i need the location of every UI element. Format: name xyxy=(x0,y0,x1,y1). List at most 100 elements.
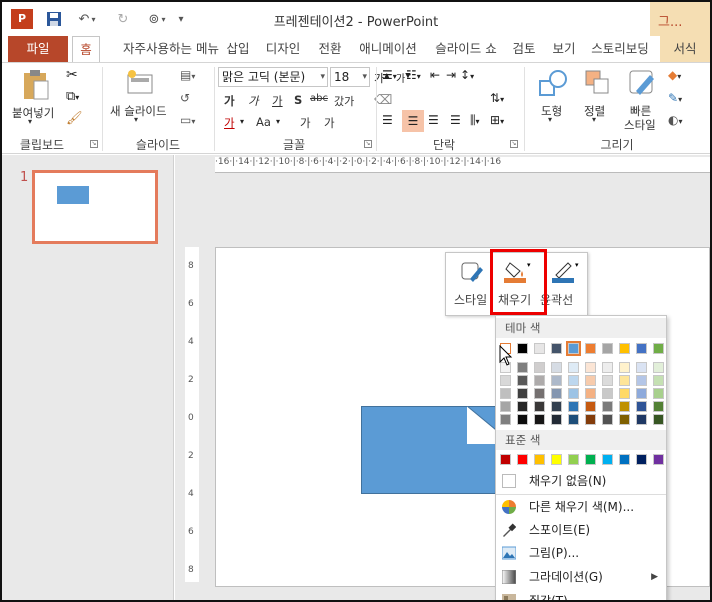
theme-color-swatch[interactable] xyxy=(551,343,562,354)
shapes-dropdown-icon[interactable]: ▾ xyxy=(548,115,552,124)
theme-shade-swatch[interactable] xyxy=(568,362,579,373)
theme-shade-swatch[interactable] xyxy=(602,375,613,386)
paragraph-launcher-icon[interactable]: ↘ xyxy=(510,140,518,148)
theme-shade-swatch[interactable] xyxy=(602,401,613,412)
standard-color-swatch[interactable] xyxy=(619,454,630,465)
theme-shade-swatch[interactable] xyxy=(619,388,630,399)
tab-insert[interactable]: 삽입 xyxy=(218,36,258,62)
tab-file[interactable]: 파일 xyxy=(8,36,68,62)
theme-shade-swatch[interactable] xyxy=(619,414,630,425)
picture-fill-item[interactable]: 그림(P)... xyxy=(496,542,666,564)
italic-button[interactable]: 가 xyxy=(248,93,259,109)
align-left-icon[interactable]: ☰ xyxy=(382,113,393,127)
theme-shade-swatch[interactable] xyxy=(568,375,579,386)
theme-shade-swatch[interactable] xyxy=(534,388,545,399)
font-launcher-icon[interactable]: ↘ xyxy=(364,140,372,148)
standard-color-swatch[interactable] xyxy=(585,454,596,465)
theme-shade-swatch[interactable] xyxy=(602,362,613,373)
shape-effects-icon[interactable]: ◐▾ xyxy=(668,113,683,127)
theme-shade-swatch[interactable] xyxy=(534,362,545,373)
columns-icon[interactable]: ⫼▾ xyxy=(470,113,480,128)
shape-outline-icon[interactable]: ✎▾ xyxy=(668,91,682,105)
theme-shade-swatch[interactable] xyxy=(653,375,664,386)
theme-shade-swatch[interactable] xyxy=(500,388,511,399)
more-fill-colors-item[interactable]: 다른 채우기 색(M)... xyxy=(496,496,666,518)
clipboard-launcher-icon[interactable]: ↘ xyxy=(90,140,98,148)
theme-shade-swatch[interactable] xyxy=(551,414,562,425)
theme-color-swatch[interactable] xyxy=(602,343,613,354)
reset-icon[interactable]: ↺ xyxy=(180,91,190,105)
standard-color-swatch[interactable] xyxy=(653,454,664,465)
tab-slideshow[interactable]: 슬라이드 쇼 xyxy=(428,36,504,62)
tab-home[interactable]: 홈 xyxy=(72,36,100,63)
theme-shade-swatch[interactable] xyxy=(602,414,613,425)
tab-animations[interactable]: 애니메이션 xyxy=(352,36,424,62)
gradient-item[interactable]: 그라데이션(G) ▶ xyxy=(496,566,666,588)
decrease-indent-icon[interactable]: ⇤ xyxy=(430,68,440,82)
quick-styles-button[interactable]: 빠른 스타일 xyxy=(622,67,666,132)
font-name-select[interactable]: 맑은 고딕 (본문) ▾ xyxy=(218,67,328,87)
tab-view[interactable]: 보기 xyxy=(546,36,582,62)
theme-shade-swatch[interactable] xyxy=(585,362,596,373)
theme-shade-swatch[interactable] xyxy=(653,414,664,425)
tab-design[interactable]: 디자인 xyxy=(260,36,306,62)
new-slide-dropdown-icon[interactable]: ▾ xyxy=(134,115,138,124)
line-spacing-icon[interactable]: ↕▾ xyxy=(460,68,474,82)
theme-shade-swatch[interactable] xyxy=(568,414,579,425)
theme-shade-swatch[interactable] xyxy=(568,388,579,399)
style-button[interactable]: 스타일 xyxy=(450,253,492,315)
theme-shade-swatch[interactable] xyxy=(585,401,596,412)
bullets-icon[interactable]: ☰▾ xyxy=(382,68,397,82)
tab-review[interactable]: 검토 xyxy=(506,36,542,62)
align-center-icon[interactable]: ☰ xyxy=(402,110,424,132)
format-painter-icon[interactable]: 🖌 xyxy=(66,111,83,126)
theme-shade-swatch[interactable] xyxy=(517,362,528,373)
underline-button[interactable]: 가 xyxy=(272,93,283,109)
standard-color-swatch[interactable] xyxy=(568,454,579,465)
theme-color-swatch[interactable] xyxy=(534,343,545,354)
theme-color-swatch[interactable] xyxy=(585,343,596,354)
text-direction-icon[interactable]: ⇅▾ xyxy=(490,91,504,105)
theme-shade-swatch[interactable] xyxy=(500,414,511,425)
theme-shade-swatch[interactable] xyxy=(619,375,630,386)
theme-shade-swatch[interactable] xyxy=(517,375,528,386)
theme-shade-swatch[interactable] xyxy=(653,362,664,373)
paste-dropdown-icon[interactable]: ▾ xyxy=(28,117,32,126)
theme-shade-swatch[interactable] xyxy=(517,401,528,412)
bold-button[interactable]: 가 xyxy=(224,93,235,109)
numbering-icon[interactable]: ☷▾ xyxy=(406,68,421,82)
theme-shade-swatch[interactable] xyxy=(619,401,630,412)
eyedropper-item[interactable]: 스포이트(E) xyxy=(496,519,666,541)
shapes-button[interactable]: 도형 ▾ xyxy=(530,67,576,127)
theme-shade-swatch[interactable] xyxy=(636,362,647,373)
new-slide-button[interactable]: 새 슬라이드 ▾ xyxy=(110,67,172,127)
standard-color-swatch[interactable] xyxy=(551,454,562,465)
increase-indent-icon[interactable]: ⇥ xyxy=(446,68,456,82)
theme-shade-swatch[interactable] xyxy=(636,414,647,425)
strikethrough-button[interactable]: abc xyxy=(310,93,328,104)
arrange-button[interactable]: 정렬 ▾ xyxy=(578,67,620,127)
copy-icon[interactable]: ⧉▾ xyxy=(66,89,79,104)
theme-shade-swatch[interactable] xyxy=(653,401,664,412)
theme-shade-swatch[interactable] xyxy=(585,414,596,425)
theme-color-swatch[interactable] xyxy=(517,343,528,354)
theme-color-swatch[interactable] xyxy=(566,341,581,356)
font-color-button[interactable]: 가 xyxy=(224,115,235,131)
subscript-button[interactable]: 가 xyxy=(324,115,335,131)
theme-color-swatch[interactable] xyxy=(653,343,664,354)
theme-shade-swatch[interactable] xyxy=(534,414,545,425)
theme-shade-swatch[interactable] xyxy=(585,388,596,399)
theme-shade-swatch[interactable] xyxy=(500,375,511,386)
theme-shade-swatch[interactable] xyxy=(551,401,562,412)
tab-storyboarding[interactable]: 스토리보딩 xyxy=(584,36,656,62)
section-icon[interactable]: ▭▾ xyxy=(180,113,195,127)
align-text-icon[interactable]: ⊞▾ xyxy=(490,113,504,127)
arrange-dropdown-icon[interactable]: ▾ xyxy=(592,115,596,124)
theme-shade-swatch[interactable] xyxy=(653,388,664,399)
tab-transitions[interactable]: 전환 xyxy=(310,36,350,62)
shadow-button[interactable]: S xyxy=(294,93,302,107)
font-size-select[interactable]: 18 ▾ xyxy=(330,67,370,87)
theme-shade-swatch[interactable] xyxy=(551,375,562,386)
font-color-dropdown-icon[interactable]: ▾ xyxy=(240,117,244,126)
align-right-icon[interactable]: ☰ xyxy=(428,113,439,127)
